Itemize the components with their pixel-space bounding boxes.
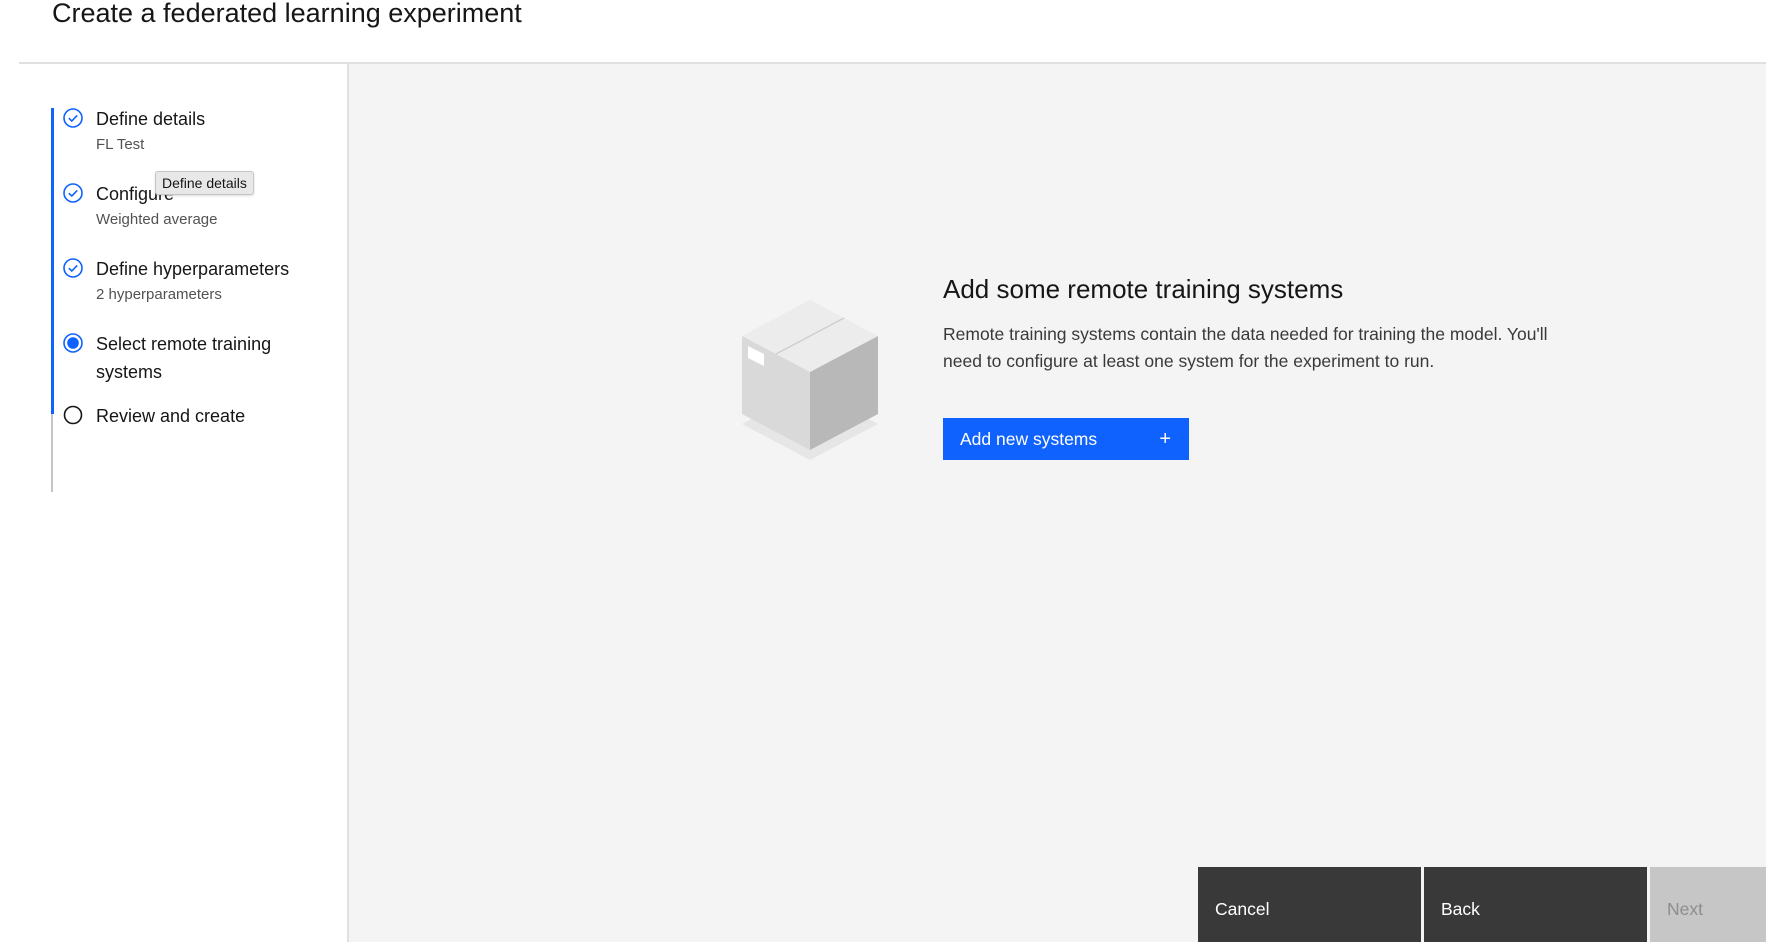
progress-sidebar: Define details FL Test Configure Weighte… (19, 64, 349, 942)
box-illustration-icon (742, 300, 878, 460)
add-new-systems-label: Add new systems (960, 428, 1098, 449)
current-step-icon (63, 333, 83, 353)
plus-icon: + (1159, 427, 1171, 450)
tooltip: Define details (155, 171, 254, 195)
step-select-remote-training-systems[interactable]: Select remote training systems (62, 330, 301, 386)
checkmark-outline-icon (63, 183, 83, 203)
step-review-and-create[interactable]: Review and create (62, 402, 245, 430)
step-label: Select remote training systems (96, 334, 272, 382)
page-title: Create a federated learning experiment (52, 0, 522, 28)
empty-state-title: Add some remote training systems (943, 274, 1344, 304)
incomplete-step-icon (63, 405, 83, 425)
step-sublabel: 2 hyperparameters (96, 286, 222, 303)
checkmark-outline-icon (63, 108, 83, 128)
step-define-details[interactable]: Define details FL Test (62, 105, 205, 156)
main-content: Add some remote training systems Remote … (349, 64, 1766, 942)
back-button[interactable]: Back (1424, 867, 1647, 942)
step-label: Define details (96, 109, 206, 129)
progress-track-complete (51, 108, 54, 414)
empty-state-description: Remote training systems contain the data… (943, 324, 1548, 371)
step-sublabel: FL Test (96, 136, 145, 153)
step-label: Define hyperparameters (96, 259, 290, 279)
add-new-systems-button[interactable]: Add new systems + (943, 418, 1189, 460)
next-button[interactable]: Next (1650, 867, 1766, 942)
step-label: Review and create (96, 406, 246, 426)
cancel-button[interactable]: Cancel (1198, 867, 1421, 942)
checkmark-outline-icon (63, 258, 83, 278)
step-define-hyperparameters[interactable]: Define hyperparameters 2 hyperparameters (62, 255, 289, 306)
step-sublabel: Weighted average (96, 211, 218, 228)
